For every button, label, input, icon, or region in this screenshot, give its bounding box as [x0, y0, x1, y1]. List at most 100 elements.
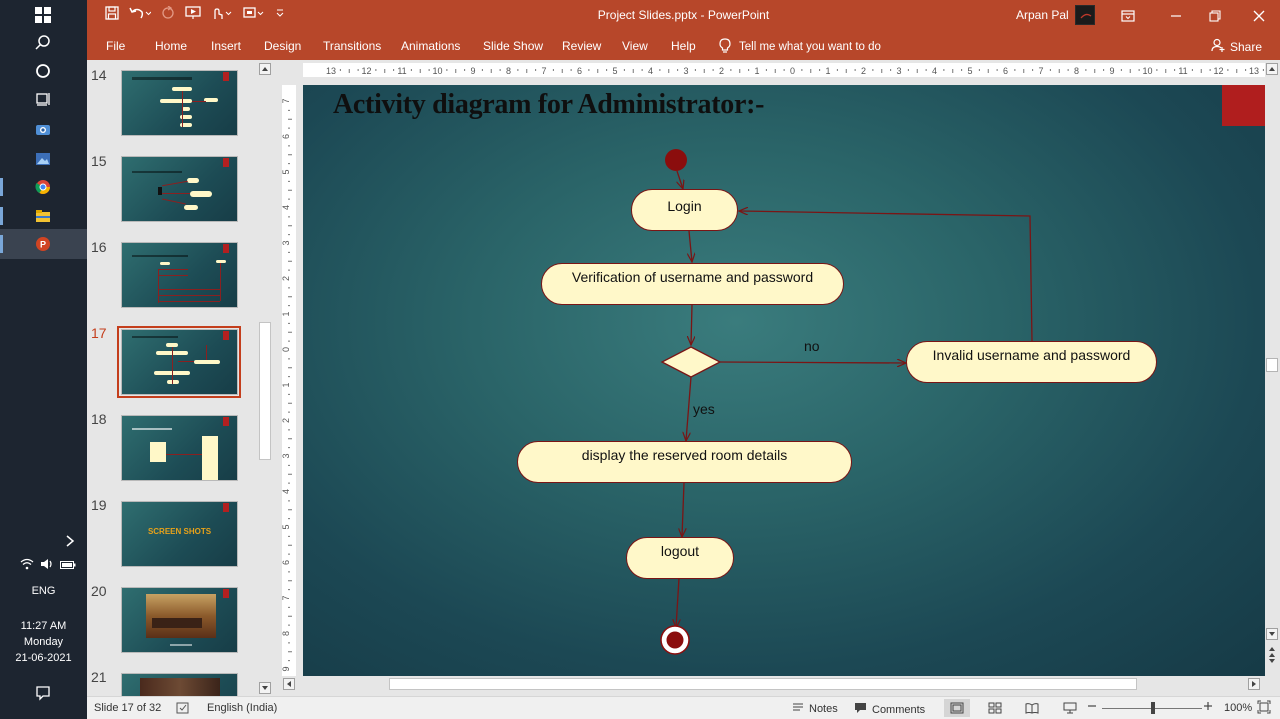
- normal-view-icon[interactable]: [944, 699, 970, 717]
- slide-thumbnail-19[interactable]: SCREEN SHOTS: [121, 501, 238, 567]
- task-view-icon[interactable]: [30, 86, 56, 112]
- thumbnail-number: 15: [91, 153, 107, 169]
- ruler-tick: [606, 69, 608, 71]
- thumbnail-accent: [223, 72, 229, 81]
- tab-animations[interactable]: Animations: [401, 39, 460, 53]
- editor-scroll-thumb[interactable]: [1266, 358, 1278, 372]
- tab-file[interactable]: File: [106, 39, 125, 53]
- ruler-tick-label: 6: [1003, 66, 1008, 76]
- photos-app-icon[interactable]: [30, 146, 56, 172]
- slide-thumbnail-18[interactable]: [121, 415, 238, 481]
- ruler-tick: [288, 660, 290, 662]
- input-language[interactable]: ENG: [0, 585, 87, 597]
- scroll-up-icon[interactable]: [259, 63, 271, 75]
- scroll-down-icon[interactable]: [259, 682, 271, 694]
- slide-counter[interactable]: Slide 17 of 32: [94, 702, 161, 714]
- thumbnails-scroll-thumb[interactable]: [259, 322, 271, 460]
- tab-view[interactable]: View: [622, 39, 648, 53]
- clock-day[interactable]: Monday: [0, 636, 87, 648]
- ruler-tick: [952, 69, 954, 73]
- slide-thumbnails-pane: 14 15 16 17 18 19 SCREEN SHOTS 20 21: [87, 60, 257, 696]
- editor-vertical-scrollbar[interactable]: [1265, 60, 1280, 696]
- guard-label-yes[interactable]: yes: [693, 401, 715, 417]
- restore-icon[interactable]: [1203, 4, 1227, 28]
- action-center-icon[interactable]: [30, 680, 56, 706]
- ruler-tick: [668, 69, 670, 73]
- reading-view-icon[interactable]: [1019, 699, 1045, 717]
- thumbnails-scrollbar[interactable]: [257, 60, 273, 696]
- ruler-tick-label: 5: [612, 66, 617, 76]
- ruler-tick-label: 7: [282, 98, 291, 103]
- node-display-room-details[interactable]: display the reserved room details: [517, 441, 852, 483]
- ruler-tick: [288, 340, 290, 342]
- slide-canvas[interactable]: Activity diagram for Administrator:- Log…: [303, 85, 1265, 676]
- ruler-tick: [872, 69, 874, 71]
- scroll-up-icon[interactable]: [1266, 63, 1278, 75]
- spellcheck-icon[interactable]: [176, 702, 190, 714]
- guard-label-no[interactable]: no: [804, 338, 820, 354]
- zoom-in-icon[interactable]: [1203, 699, 1213, 713]
- zoom-out-icon[interactable]: [1087, 699, 1097, 713]
- language-indicator[interactable]: English (India): [207, 702, 277, 714]
- search-icon[interactable]: [30, 30, 56, 56]
- ribbon-display-options-icon[interactable]: [1116, 4, 1140, 28]
- node-login[interactable]: Login: [631, 189, 738, 231]
- slide-sorter-view-icon[interactable]: [982, 699, 1008, 717]
- share-person-icon: [1211, 38, 1225, 55]
- tab-slide-show[interactable]: Slide Show: [483, 39, 543, 53]
- slide-thumbnail-17[interactable]: [121, 329, 238, 395]
- thumbnail-shape: [160, 99, 192, 103]
- slide-thumbnail-16[interactable]: [121, 242, 238, 308]
- editor-hscroll-thumb[interactable]: [389, 678, 1137, 690]
- slide-thumbnail-21[interactable]: [121, 673, 238, 696]
- notes-button[interactable]: Notes: [792, 702, 838, 715]
- close-icon[interactable]: [1247, 4, 1271, 28]
- node-invalid-credentials[interactable]: Invalid username and password: [906, 341, 1157, 383]
- tab-home[interactable]: Home: [155, 39, 187, 53]
- slide-thumbnail-14[interactable]: [121, 70, 238, 136]
- scroll-down-icon[interactable]: [1266, 628, 1278, 640]
- chrome-icon[interactable]: [30, 174, 56, 200]
- slide-show-view-icon[interactable]: [1057, 699, 1083, 717]
- file-explorer-icon[interactable]: [30, 203, 56, 229]
- volume-icon[interactable]: [40, 558, 54, 573]
- camera-app-icon[interactable]: [30, 116, 56, 142]
- powerpoint-icon[interactable]: P: [30, 231, 56, 257]
- thumbnail-number: 19: [91, 497, 107, 513]
- wifi-icon[interactable]: [20, 558, 34, 573]
- comments-button[interactable]: Comments: [854, 702, 925, 717]
- tab-review[interactable]: Review: [562, 39, 601, 53]
- windows-start-icon[interactable]: [30, 2, 56, 28]
- show-hidden-icons-chevron-icon[interactable]: [58, 528, 82, 554]
- user-avatar[interactable]: [1075, 5, 1095, 25]
- zoom-level[interactable]: 100%: [1224, 702, 1252, 714]
- cortana-icon[interactable]: [30, 58, 56, 84]
- tell-me-search[interactable]: Tell me what you want to do: [719, 38, 881, 56]
- node-verification[interactable]: Verification of username and password: [541, 263, 844, 305]
- tab-transitions[interactable]: Transitions: [323, 39, 381, 53]
- fit-slide-to-window-icon[interactable]: [1257, 700, 1271, 714]
- share-button[interactable]: Share: [1211, 38, 1262, 55]
- node-logout[interactable]: logout: [626, 537, 734, 579]
- edge-login-verify: [689, 230, 692, 262]
- tab-insert[interactable]: Insert: [211, 39, 241, 53]
- slide-thumbnail-20[interactable]: [121, 587, 238, 653]
- ruler-tick-label: 0: [282, 347, 291, 352]
- clock-time[interactable]: 11:27 AM: [0, 620, 87, 632]
- zoom-slider-thumb[interactable]: [1151, 702, 1155, 714]
- battery-icon[interactable]: [60, 559, 76, 573]
- slide-thumbnail-15[interactable]: [121, 156, 238, 222]
- account-user-name[interactable]: Arpan Pal: [1016, 8, 1069, 22]
- editor-horizontal-scrollbar[interactable]: [281, 676, 1265, 696]
- ruler-tick-label: 1: [282, 382, 291, 387]
- minimize-icon[interactable]: [1164, 4, 1188, 28]
- tab-design[interactable]: Design: [264, 39, 301, 53]
- clock-date[interactable]: 21-06-2021: [0, 652, 87, 664]
- thumbnail-shape: [216, 260, 226, 263]
- scroll-left-icon[interactable]: [283, 678, 295, 690]
- previous-next-slide-icon[interactable]: [1266, 644, 1278, 668]
- ruler-tick: [712, 69, 714, 71]
- tab-help[interactable]: Help: [671, 39, 696, 53]
- ruler-tick: [490, 69, 492, 73]
- scroll-right-icon[interactable]: [1248, 678, 1260, 690]
